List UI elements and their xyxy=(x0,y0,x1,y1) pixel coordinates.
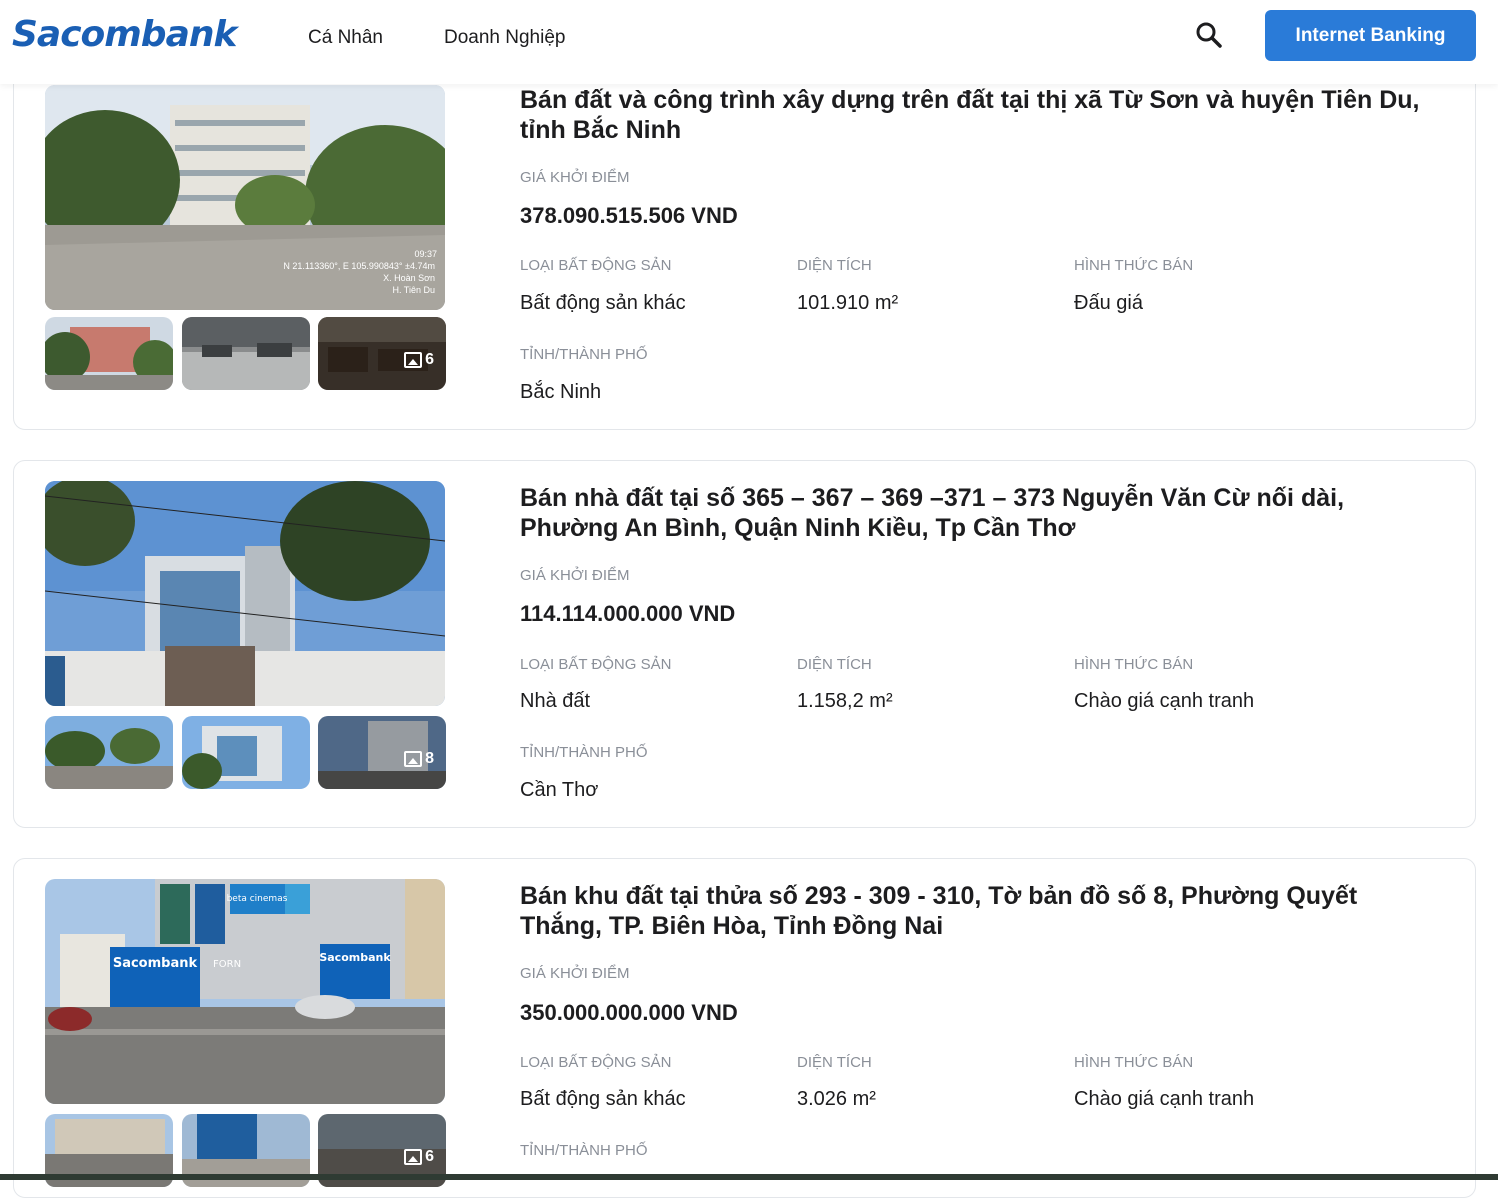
area-value: 1.158,2 m² xyxy=(797,690,893,712)
more-photos-badge[interactable]: 6 xyxy=(404,351,434,369)
sale-value: Đấu giá xyxy=(1074,292,1143,314)
photo-sign: FORN xyxy=(213,959,241,970)
listing-thumbnail[interactable] xyxy=(45,317,173,390)
price-value: 350.000.000.000 VND xyxy=(520,1000,738,1025)
area-label: DIỆN TÍCH xyxy=(797,656,872,673)
listing-title[interactable]: Bán khu đất tại thửa số 293 - 309 - 310,… xyxy=(520,881,1440,941)
type-value: Bất động sản khác xyxy=(520,1088,686,1110)
nav-ca-nhan[interactable]: Cá Nhân xyxy=(308,27,383,49)
price-value: 114.114.000.000 VND xyxy=(520,601,736,626)
sale-label: HÌNH THỨC BÁN xyxy=(1074,1054,1194,1071)
listing-thumbnail[interactable]: 6 xyxy=(318,317,446,390)
area-value: 3.026 m² xyxy=(797,1088,876,1110)
type-value: Bất động sản khác xyxy=(520,292,686,314)
photo-sign: beta cinemas xyxy=(227,894,288,904)
sale-value: Chào giá cạnh tranh xyxy=(1074,690,1255,712)
nav-doanh-nghiep[interactable]: Doanh Nghiệp xyxy=(444,27,565,49)
listing-card[interactable]: 8 Bán nhà đất tại số 365 – 367 – 369 –37… xyxy=(13,460,1476,828)
internet-banking-button[interactable]: Internet Banking xyxy=(1265,10,1476,61)
listing-title[interactable]: Bán nhà đất tại số 365 – 367 – 369 –371 … xyxy=(520,483,1440,543)
search-icon[interactable] xyxy=(1194,20,1224,50)
listing-thumbnail[interactable]: 8 xyxy=(318,716,446,789)
area-label: DIỆN TÍCH xyxy=(797,1054,872,1071)
price-value: 378.090.515.506 VND xyxy=(520,203,738,228)
listing-thumbnail[interactable] xyxy=(182,317,310,390)
photo-overlay-coords: N 21.113360°, E 105.990843° ±4.74m xyxy=(283,261,435,271)
photo-overlay-place2: H. Tiên Du xyxy=(392,285,435,295)
sacombank-logo[interactable]: Sacombank xyxy=(12,14,237,55)
image-icon xyxy=(404,751,423,767)
province-value: Cần Thơ xyxy=(520,779,599,801)
listing-card[interactable]: Sacombank Sacombank beta cinemas FORN 6 xyxy=(13,858,1476,1198)
photo-overlay-time: 09:37 xyxy=(414,249,437,259)
type-label: LOẠI BẤT ĐỘNG SẢN xyxy=(520,656,672,673)
image-icon xyxy=(404,352,423,368)
province-label: TỈNH/THÀNH PHỐ xyxy=(520,1142,648,1159)
price-label: GIÁ KHỞI ĐIỂM xyxy=(520,965,630,982)
image-icon xyxy=(404,1149,423,1165)
type-label: LOẠI BẤT ĐỘNG SẢN xyxy=(520,1054,672,1071)
photo-sign: Sacombank xyxy=(319,951,391,964)
area-value: 101.910 m² xyxy=(797,292,899,314)
type-value: Nhà đất xyxy=(520,690,591,712)
site-header: Sacombank Cá Nhân Doanh Nghiệp Internet … xyxy=(0,0,1498,84)
sale-label: HÌNH THỨC BÁN xyxy=(1074,257,1194,274)
listing-thumbnail[interactable] xyxy=(182,716,310,789)
more-photos-badge[interactable]: 6 xyxy=(404,1148,434,1166)
listing-main-photo[interactable]: Sacombank Sacombank beta cinemas FORN xyxy=(45,879,445,1104)
more-photos-badge[interactable]: 8 xyxy=(404,750,434,768)
listing-main-photo[interactable] xyxy=(45,481,445,706)
bottom-bar xyxy=(0,1174,1498,1180)
listing-title[interactable]: Bán đất và công trình xây dựng trên đất … xyxy=(520,85,1440,145)
photo-overlay-place1: X. Hoàn Sơn xyxy=(383,273,435,283)
photo-sign: Sacombank xyxy=(113,956,198,971)
sale-label: HÌNH THỨC BÁN xyxy=(1074,656,1194,673)
listing-card[interactable]: 09:37 N 21.113360°, E 105.990843° ±4.74m… xyxy=(13,40,1476,430)
sale-value: Chào giá cạnh tranh xyxy=(1074,1088,1255,1110)
province-value: Bắc Ninh xyxy=(520,381,602,403)
province-label: TỈNH/THÀNH PHỐ xyxy=(520,346,648,363)
price-label: GIÁ KHỞI ĐIỂM xyxy=(520,567,630,584)
listing-thumbnail[interactable] xyxy=(45,716,173,789)
area-label: DIỆN TÍCH xyxy=(797,257,872,274)
listing-main-photo[interactable]: 09:37 N 21.113360°, E 105.990843° ±4.74m… xyxy=(45,85,445,310)
price-label: GIÁ KHỞI ĐIỂM xyxy=(520,169,630,186)
province-label: TỈNH/THÀNH PHỐ xyxy=(520,744,648,761)
type-label: LOẠI BẤT ĐỘNG SẢN xyxy=(520,257,672,274)
